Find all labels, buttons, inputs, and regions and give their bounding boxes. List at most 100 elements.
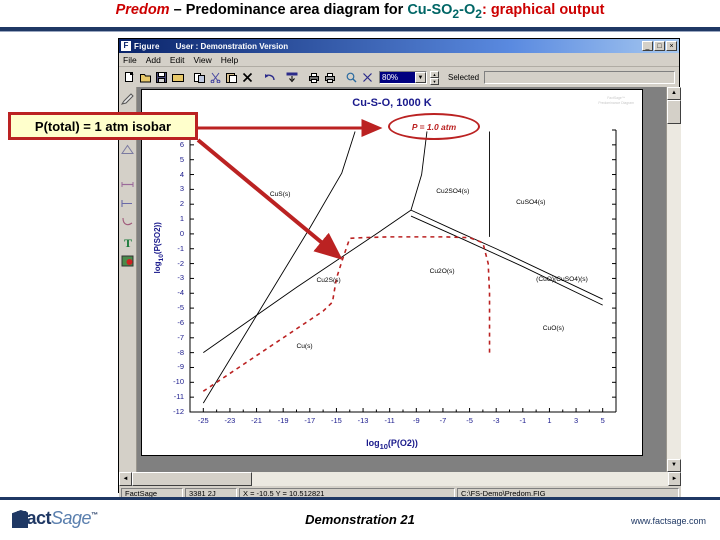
folder-icon[interactable]: [170, 69, 185, 85]
menubar: File Add Edit View Help: [119, 53, 679, 67]
chart-xtick: -23: [224, 416, 236, 425]
chart-ytick: 5: [179, 154, 184, 164]
chart-xtick: -17: [304, 416, 316, 425]
horizontal-scroll-track[interactable]: [132, 472, 668, 486]
menu-item-file[interactable]: File: [123, 55, 137, 65]
menu-item-help[interactable]: Help: [221, 55, 238, 65]
menu-item-edit[interactable]: Edit: [170, 55, 185, 65]
website-url: www.factsage.com: [630, 516, 706, 526]
chart-phase-label: Cu2O(s): [429, 268, 455, 276]
chart-ytick: -12: [173, 407, 184, 416]
menu-item-view[interactable]: View: [193, 55, 211, 65]
vertical-scrollbar[interactable]: ▲ ▼: [666, 87, 681, 472]
text-icon[interactable]: T: [120, 234, 135, 249]
chart-phase-label: CuSO4(s): [516, 198, 546, 206]
window-titlebar[interactable]: F Figure User : Demonstration Version _ …: [119, 39, 679, 53]
chart-ytick: -9: [177, 362, 184, 372]
chart-ytick: -3: [177, 273, 184, 283]
cut-icon[interactable]: [208, 69, 223, 85]
pencil-icon[interactable]: [120, 91, 135, 106]
copy-icon[interactable]: [192, 69, 207, 85]
paste-icon[interactable]: [224, 69, 239, 85]
vertical-scroll-track[interactable]: [667, 124, 681, 459]
chart-ytick: -5: [177, 303, 184, 313]
send-to-back-icon[interactable]: [284, 69, 299, 85]
chart-ytick: 6: [179, 139, 184, 149]
isobar-callout-label: P(total) = 1 atm isobar: [34, 118, 172, 134]
figure-canvas[interactable]: Cu-S-O, 1000 K FactSage™ Predominance Dia…: [137, 87, 666, 472]
print-icon[interactable]: [306, 69, 321, 85]
demo-label: Demonstration 21: [305, 512, 415, 527]
page-title: Predom – Predominance area diagram for C…: [0, 2, 720, 21]
chart-xtick: 5: [600, 416, 605, 425]
delete-icon[interactable]: [240, 69, 255, 85]
chart-xtick: -5: [466, 416, 473, 425]
scroll-right-icon[interactable]: ►: [668, 472, 681, 486]
minimize-button[interactable]: _: [642, 41, 653, 51]
title-system: Cu-SO: [407, 2, 453, 18]
image-icon[interactable]: [120, 253, 135, 268]
chevron-down-icon[interactable]: ▼: [415, 71, 426, 83]
isobar-callout: P(total) = 1 atm isobar: [8, 112, 198, 140]
shape-icon[interactable]: [120, 142, 135, 157]
chart-xtick: 1: [547, 416, 552, 425]
title-desc: – Predominance area diagram for: [169, 2, 408, 18]
chart-ytick: 4: [179, 169, 184, 179]
chart-xtick: -21: [251, 416, 262, 425]
spinner-down-icon[interactable]: ▼: [430, 77, 439, 85]
scroll-left-icon[interactable]: ◄: [119, 472, 132, 486]
print-preview-icon[interactable]: [322, 69, 337, 85]
save-icon[interactable]: [154, 69, 169, 85]
line-icon[interactable]: [120, 177, 135, 192]
chart-ytick: 1: [179, 214, 184, 224]
chart-xtick: -15: [331, 416, 342, 425]
window-client-area: T Cu-S-O, 1000 K FactSage™ Predominance D…: [119, 87, 681, 472]
new-icon[interactable]: [122, 69, 137, 85]
zoom-spinner[interactable]: ▲ ▼: [430, 70, 439, 85]
arrow-icon[interactable]: [120, 196, 135, 211]
chart-xtick: -11: [384, 416, 395, 425]
window-title: Figure: [134, 41, 160, 51]
chart-ytick: -10: [173, 377, 184, 387]
open-icon[interactable]: [138, 69, 153, 85]
zoom-combo[interactable]: 80% ▼: [379, 70, 427, 84]
maximize-button[interactable]: □: [654, 41, 665, 51]
scroll-down-icon[interactable]: ▼: [667, 459, 681, 472]
chart-xtick: -7: [439, 416, 447, 425]
chart-xtick: 3: [573, 416, 579, 425]
chart-svg: [189, 129, 617, 413]
close-button[interactable]: ×: [666, 41, 677, 51]
vertical-scroll-thumb[interactable]: [667, 100, 681, 124]
title-system-mid: -O: [459, 2, 476, 18]
title-predom: Predom: [115, 2, 170, 18]
scroll-up-icon[interactable]: ▲: [667, 87, 681, 100]
chart-xtick: -13: [357, 416, 369, 425]
title-sub-2: 2: [475, 6, 482, 21]
chart-xtick: -25: [197, 416, 209, 425]
chart-ytick: 2: [179, 199, 184, 209]
pressure-ellipse: P = 1.0 atm: [388, 113, 480, 140]
spinner-up-icon[interactable]: ▲: [430, 70, 439, 78]
toolbar: 80% ▼ ▲ ▼ Selected: [119, 67, 679, 88]
zoom-icon[interactable]: [344, 69, 359, 85]
svg-text:T: T: [124, 236, 132, 248]
chart-ytick: -1: [177, 243, 184, 253]
horizontal-scrollbar[interactable]: ◄ ►: [119, 472, 681, 486]
chart-xtick: -3: [492, 416, 500, 425]
chart-phase-label: CuS(s): [269, 191, 291, 199]
resize-icon[interactable]: [360, 69, 375, 85]
undo-icon[interactable]: [262, 69, 277, 85]
curve-icon[interactable]: [120, 215, 135, 230]
footer: FactSage™ Demonstration 21 www.factsage.…: [0, 500, 720, 540]
chart-ytick: -11: [173, 392, 184, 402]
selected-field[interactable]: [484, 70, 675, 84]
window-user-label: User : Demonstration Version: [175, 41, 289, 51]
title-divider-thin: [0, 31, 720, 32]
figure-paper: Cu-S-O, 1000 K FactSage™ Predominance Dia…: [141, 89, 643, 456]
selected-label: Selected: [448, 72, 480, 82]
chart-xtick: -1: [519, 416, 527, 425]
horizontal-scroll-thumb[interactable]: [132, 472, 252, 486]
chart-phase-label: Cu2S(s): [316, 277, 341, 285]
menu-item-add[interactable]: Add: [146, 55, 161, 65]
chart-ytick: -4: [177, 288, 184, 298]
